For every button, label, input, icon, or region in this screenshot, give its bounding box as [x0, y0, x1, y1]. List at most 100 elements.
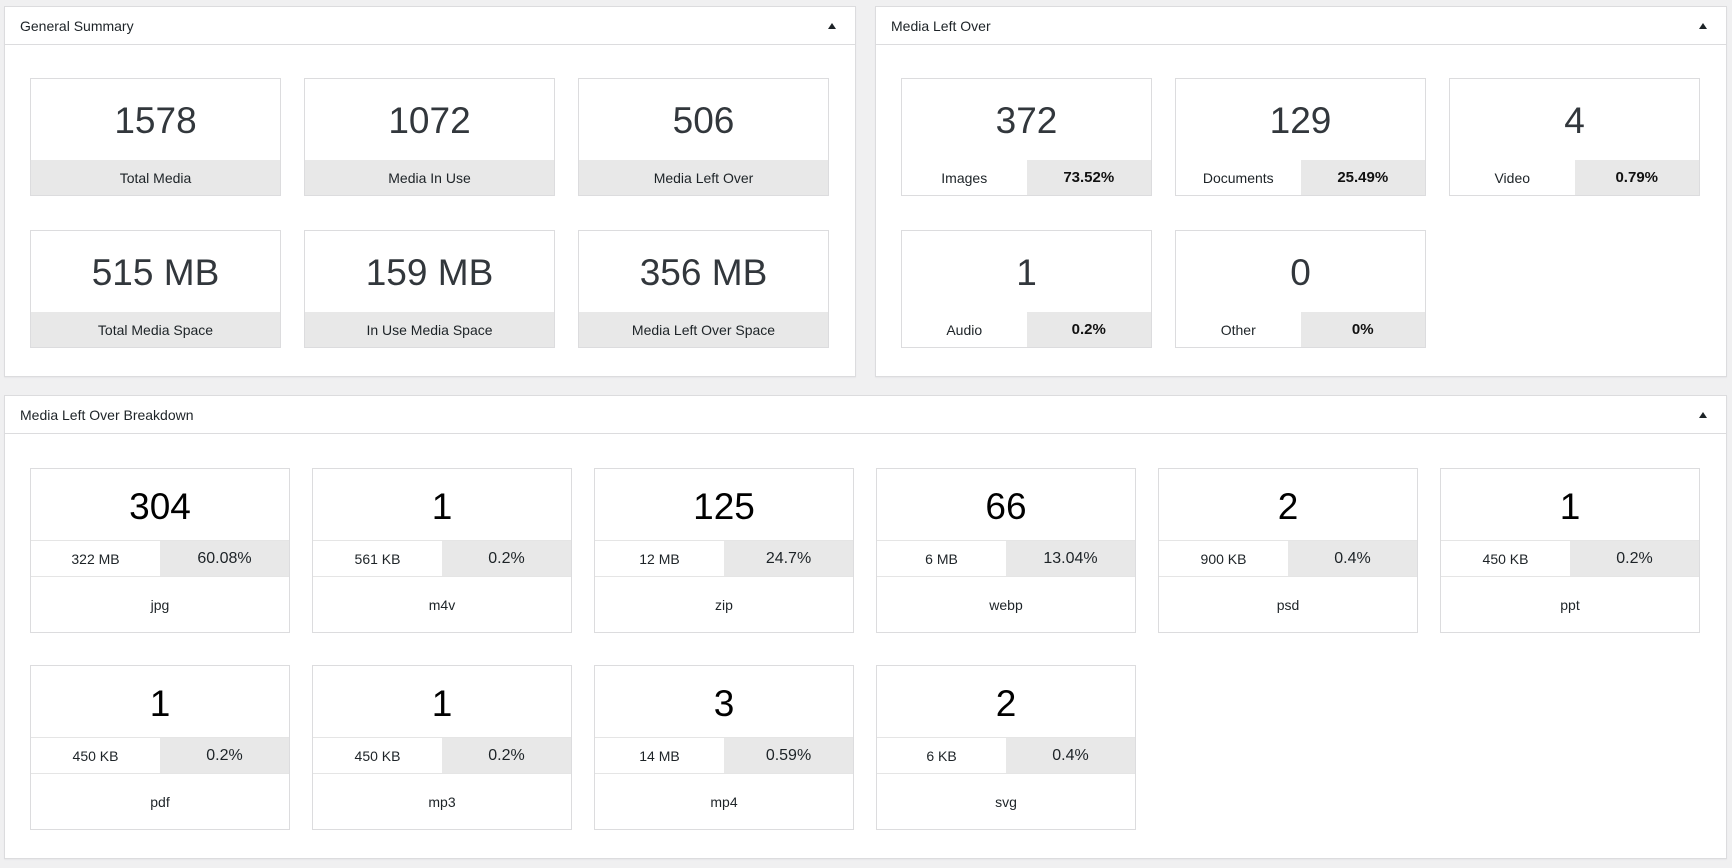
stat-split: Images 73.52%	[902, 160, 1151, 195]
stat-label: Images	[902, 160, 1027, 195]
file-count: 1	[313, 666, 571, 738]
stat-label: In Use Media Space	[305, 312, 554, 347]
stat-value: 0	[1290, 251, 1311, 293]
stat-label: Media Left Over	[579, 160, 828, 195]
stat-value: 372	[995, 99, 1058, 141]
file-extension: pdf	[150, 793, 170, 810]
stat-total-media: 1578 Total Media	[30, 78, 281, 196]
file-count: 3	[595, 666, 853, 738]
breakdown-header[interactable]: Media Left Over Breakdown	[5, 396, 1726, 434]
file-size: 6 MB	[877, 541, 1006, 576]
file-percent: 24.7%	[724, 541, 853, 576]
file-size: 6 KB	[877, 738, 1006, 773]
file-extension: ppt	[1560, 596, 1580, 613]
stat-value: 1	[1016, 251, 1037, 293]
media-left-over-panel: Media Left Over 372 Images 73.52% 129 Do…	[875, 6, 1727, 377]
summary-stats-grid: 1578 Total Media 1072 Media In Use 506 M…	[30, 78, 829, 348]
triangle-up-icon	[828, 23, 836, 29]
stat-percent: 25.49%	[1300, 160, 1425, 195]
stat-label: Total Media	[31, 160, 280, 195]
breakdown-stats-row: 12 MB 24.7%	[595, 541, 853, 577]
file-count: 2	[877, 666, 1135, 738]
stat-documents: 129 Documents 25.49%	[1175, 78, 1426, 196]
file-percent: 0.2%	[442, 541, 571, 576]
breakdown-item-zip: 125 12 MB 24.7% zip	[594, 468, 854, 633]
stat-label: Documents	[1176, 160, 1301, 195]
file-count: 125	[595, 469, 853, 541]
leftover-stats-grid: 372 Images 73.52% 129 Documents 25.49% 4…	[901, 78, 1700, 348]
stat-media-left-over-space: 356 MB Media Left Over Space	[578, 230, 829, 348]
stat-value: 159 MB	[365, 251, 494, 293]
stat-split: Other 0%	[1176, 312, 1425, 347]
file-count: 66	[877, 469, 1135, 541]
file-percent: 60.08%	[160, 541, 289, 576]
panel-title: General Summary	[20, 17, 134, 34]
breakdown-stats-row: 450 KB 0.2%	[313, 738, 571, 774]
stat-value: 1578	[114, 99, 197, 141]
collapse-toggle-button[interactable]	[1694, 406, 1712, 424]
file-percent: 0.2%	[442, 738, 571, 773]
stat-value: 4	[1564, 99, 1585, 141]
file-percent: 13.04%	[1006, 541, 1135, 576]
breakdown-stats-row: 900 KB 0.4%	[1159, 541, 1417, 577]
stat-split: Video 0.79%	[1450, 160, 1699, 195]
file-size: 900 KB	[1159, 541, 1288, 576]
breakdown-item-webp: 66 6 MB 13.04% webp	[876, 468, 1136, 633]
file-extension: zip	[715, 596, 733, 613]
file-count: 1	[1441, 469, 1699, 541]
breakdown-item-mp3: 1 450 KB 0.2% mp3	[312, 665, 572, 830]
breakdown-stats-row: 561 KB 0.2%	[313, 541, 571, 577]
stat-label: Total Media Space	[31, 312, 280, 347]
panel-title: Media Left Over Breakdown	[20, 406, 194, 423]
collapse-toggle-button[interactable]	[823, 17, 841, 35]
breakdown-stats-row: 450 KB 0.2%	[31, 738, 289, 774]
stat-value: 129	[1269, 99, 1332, 141]
breakdown-stats-row: 14 MB 0.59%	[595, 738, 853, 774]
file-extension: svg	[995, 793, 1017, 810]
file-size: 12 MB	[595, 541, 724, 576]
stat-value: 1072	[388, 99, 471, 141]
breakdown-item-m4v: 1 561 KB 0.2% m4v	[312, 468, 572, 633]
file-extension: jpg	[150, 596, 170, 613]
file-extension: m4v	[428, 596, 456, 613]
file-size: 450 KB	[31, 738, 160, 773]
file-size: 561 KB	[313, 541, 442, 576]
breakdown-item-mp4: 3 14 MB 0.59% mp4	[594, 665, 854, 830]
panel-title: Media Left Over	[891, 17, 991, 34]
breakdown-stats-row: 322 MB 60.08%	[31, 541, 289, 577]
file-percent: 0.4%	[1288, 541, 1417, 576]
stat-total-media-space: 515 MB Total Media Space	[30, 230, 281, 348]
stat-split: Documents 25.49%	[1176, 160, 1425, 195]
triangle-up-icon	[1699, 412, 1707, 418]
stat-in-use-media-space: 159 MB In Use Media Space	[304, 230, 555, 348]
breakdown-item-jpg: 304 322 MB 60.08% jpg	[30, 468, 290, 633]
stat-other: 0 Other 0%	[1175, 230, 1426, 348]
breakdown-stats-row: 450 KB 0.2%	[1441, 541, 1699, 577]
stat-label: Media In Use	[305, 160, 554, 195]
stat-label: Other	[1176, 312, 1301, 347]
collapse-toggle-button[interactable]	[1694, 17, 1712, 35]
triangle-up-icon	[1699, 23, 1707, 29]
file-extension: mp4	[710, 793, 738, 810]
stat-audio: 1 Audio 0.2%	[901, 230, 1152, 348]
file-size: 322 MB	[31, 541, 160, 576]
stat-value: 515 MB	[91, 251, 220, 293]
media-left-over-header[interactable]: Media Left Over	[876, 7, 1726, 45]
general-summary-header[interactable]: General Summary	[5, 7, 855, 45]
general-summary-panel: General Summary 1578 Total Media 1072 Me…	[4, 6, 856, 377]
stat-label: Media Left Over Space	[579, 312, 828, 347]
stat-value: 356 MB	[639, 251, 768, 293]
breakdown-stats-row: 6 MB 13.04%	[877, 541, 1135, 577]
file-size: 14 MB	[595, 738, 724, 773]
file-extension: psd	[1276, 596, 1300, 613]
stat-percent: 73.52%	[1026, 160, 1151, 195]
file-count: 1	[313, 469, 571, 541]
stat-split: Audio 0.2%	[902, 312, 1151, 347]
breakdown-item-ppt: 1 450 KB 0.2% ppt	[1440, 468, 1700, 633]
breakdown-stats-row: 6 KB 0.4%	[877, 738, 1135, 774]
file-percent: 0.4%	[1006, 738, 1135, 773]
file-percent: 0.2%	[160, 738, 289, 773]
breakdown-item-pdf: 1 450 KB 0.2% pdf	[30, 665, 290, 830]
stat-media-in-use: 1072 Media In Use	[304, 78, 555, 196]
file-percent: 0.59%	[724, 738, 853, 773]
